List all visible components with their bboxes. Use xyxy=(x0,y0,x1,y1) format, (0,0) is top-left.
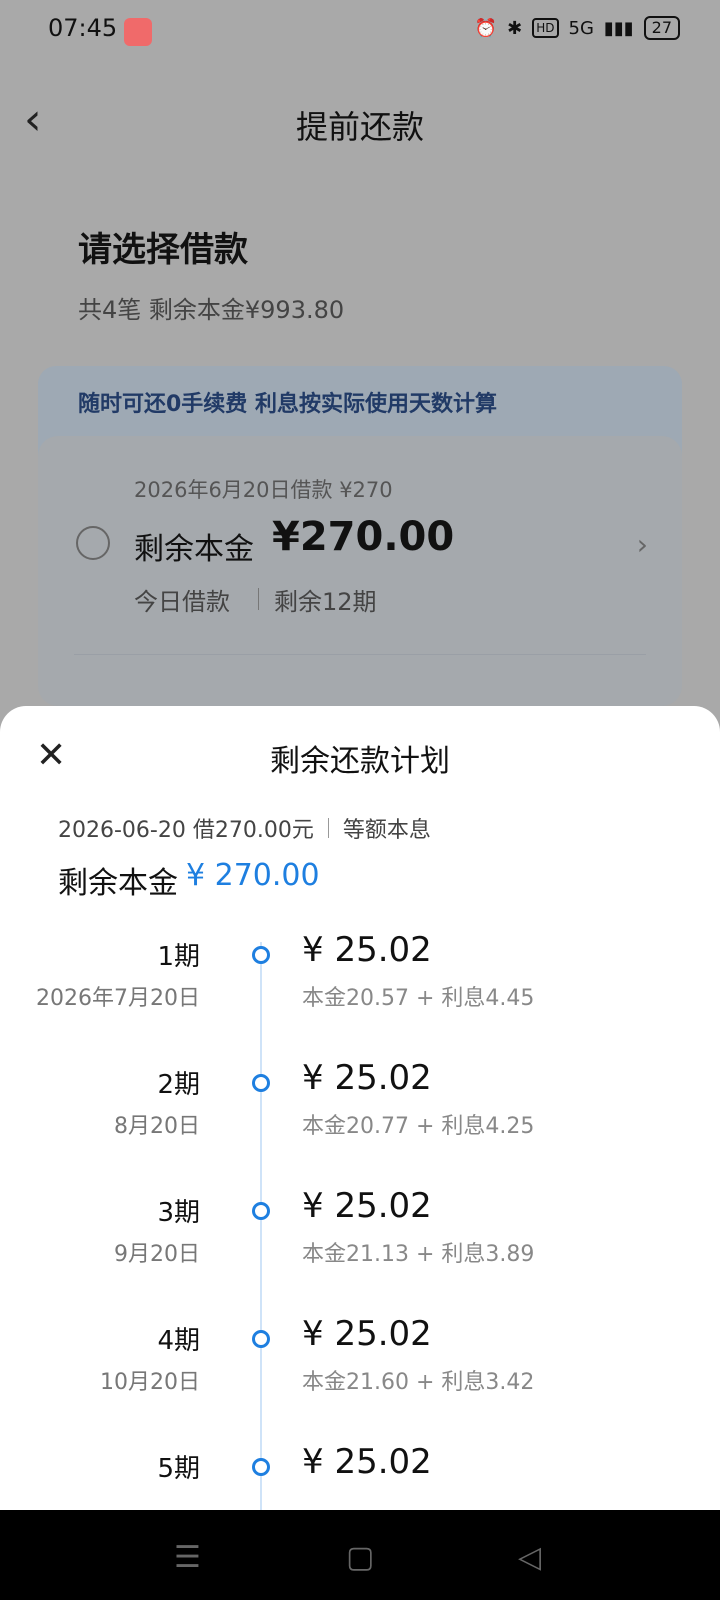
system-navigation-bar: ☰ ▢ ◁ xyxy=(0,1510,720,1600)
installment-detail: 本金21.60 + 利息3.42 xyxy=(302,1370,535,1395)
installment-amount: ¥ 25.02 xyxy=(302,1058,432,1098)
loan-meta-right: 等额本息 xyxy=(342,818,431,843)
loan-today-label: 今日借款 xyxy=(134,588,230,616)
installment-amount: ¥ 25.02 xyxy=(302,1186,432,1226)
loan-date: 2026年6月20日借款 ¥270 xyxy=(134,478,393,502)
signal-label: 5G xyxy=(568,17,594,39)
menu-icon[interactable]: ☰ xyxy=(174,1540,201,1575)
status-icons: ⏰ ✱ HD 5G ▮▮▮ 27 xyxy=(475,16,680,40)
installment-detail: 本金20.57 + 利息4.45 xyxy=(302,986,535,1011)
principal-label: 剩余本金 xyxy=(134,532,254,567)
installment-row: 5期 ¥ 25.02 xyxy=(0,1442,720,1510)
section-title: 请选择借款 xyxy=(78,230,248,270)
meta-divider xyxy=(327,818,329,838)
loan-meta: 2026-06-20 借270.00元 等额本息 xyxy=(58,812,431,844)
app-notification-icon xyxy=(124,18,152,46)
section-subtitle: 共4笔 剩余本金¥993.80 xyxy=(78,296,345,324)
signal-icon: ▮▮▮ xyxy=(603,17,634,39)
loan-select-radio[interactable] xyxy=(76,526,110,560)
installment-period: 5期 xyxy=(157,1454,200,1484)
timeline-dot xyxy=(252,1330,270,1348)
loan-card[interactable]: 2026年6月20日借款 ¥270 剩余本金 ¥270.00 今日借款 剩余12… xyxy=(38,436,682,706)
loan-meta-left: 2026-06-20 借270.00元 xyxy=(58,818,314,843)
installment-period: 1期 xyxy=(157,942,200,972)
card-divider xyxy=(74,654,646,655)
timeline-dot xyxy=(252,1458,270,1476)
status-time: 07:45 xyxy=(48,14,118,42)
installment-amount: ¥ 25.02 xyxy=(302,930,432,970)
chevron-right-icon[interactable]: › xyxy=(637,528,648,561)
installment-row: 2期 8月20日 ¥ 25.02 本金20.77 + 利息4.25 xyxy=(0,1058,720,1192)
timeline-dot xyxy=(252,946,270,964)
installment-period: 4期 xyxy=(157,1326,200,1356)
timeline-dot xyxy=(252,1074,270,1092)
bluetooth-icon: ✱ xyxy=(507,17,523,39)
installment-date: 2026年7月20日 xyxy=(36,986,200,1011)
remain-principal-label: 剩余本金 xyxy=(58,866,178,901)
installment-date: 10月20日 xyxy=(100,1370,200,1395)
status-bar: 07:45 ⏰ ✱ HD 5G ▮▮▮ 27 xyxy=(0,0,720,64)
installment-detail: 本金20.77 + 利息4.25 xyxy=(302,1114,535,1139)
repayment-plan-sheet: ✕ 剩余还款计划 2026-06-20 借270.00元 等额本息 剩余本金 ¥… xyxy=(0,706,720,1510)
timeline-dot xyxy=(252,1202,270,1220)
installment-row: 1期 2026年7月20日 ¥ 25.02 本金20.57 + 利息4.45 xyxy=(0,930,720,1064)
installment-date: 9月20日 xyxy=(114,1242,200,1267)
installment-date: 8月20日 xyxy=(114,1114,200,1139)
hd-icon: HD xyxy=(532,18,559,38)
home-icon[interactable]: ▢ xyxy=(346,1540,374,1575)
installment-amount: ¥ 25.02 xyxy=(302,1314,432,1354)
banner-text: 随时可还0手续费 利息按实际使用天数计算 xyxy=(78,392,497,417)
battery-icon: 27 xyxy=(643,16,680,40)
installment-amount: ¥ 25.02 xyxy=(302,1442,432,1482)
sheet-title: 剩余还款计划 xyxy=(270,744,450,779)
installment-period: 2期 xyxy=(157,1070,200,1100)
remaining-periods: 剩余12期 xyxy=(274,588,377,616)
alarm-icon: ⏰ xyxy=(474,17,498,39)
back-icon[interactable]: ◁ xyxy=(518,1540,541,1575)
remain-principal-amount: ¥ 270.00 xyxy=(186,858,320,893)
installment-detail: 本金21.13 + 利息3.89 xyxy=(302,1242,535,1267)
top-navbar: ‹ 提前还款 xyxy=(0,64,720,168)
principal-amount: ¥270.00 xyxy=(272,514,455,560)
installment-row: 4期 10月20日 ¥ 25.02 本金21.60 + 利息3.42 xyxy=(0,1314,720,1448)
divider xyxy=(258,588,259,610)
page-title: 提前还款 xyxy=(295,108,424,146)
installment-row: 3期 9月20日 ¥ 25.02 本金21.13 + 利息3.89 xyxy=(0,1186,720,1320)
installment-period: 3期 xyxy=(157,1198,200,1228)
